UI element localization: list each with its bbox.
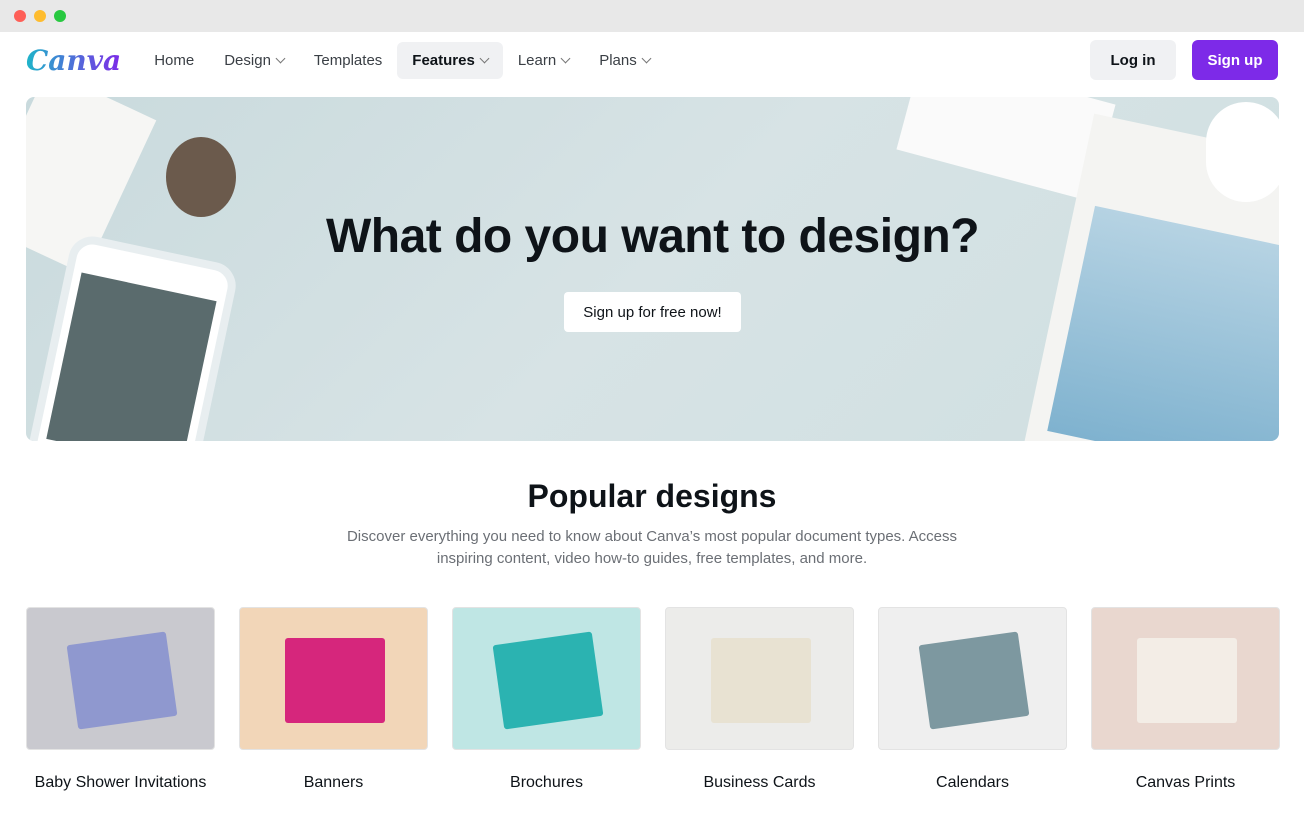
close-window-button[interactable] [14, 10, 26, 22]
canva-logo[interactable]: Canva [26, 44, 121, 77]
nav-label: Plans [599, 51, 637, 69]
design-thumbnail[interactable] [665, 607, 854, 750]
window-titlebar [0, 0, 1304, 32]
nav-label: Features [412, 51, 475, 69]
design-thumbnail[interactable] [878, 607, 1067, 750]
design-label: Calendars [936, 774, 1009, 791]
design-card[interactable]: Baby Shower Invitations [26, 607, 215, 796]
signup-free-button[interactable]: Sign up for free now! [564, 292, 741, 332]
nav-label: Templates [313, 51, 383, 69]
design-thumbnail[interactable] [452, 607, 641, 750]
nav-design[interactable]: Design [209, 42, 299, 79]
design-preview [1137, 638, 1237, 723]
nav-home[interactable]: Home [139, 42, 209, 79]
minimize-window-button[interactable] [34, 10, 46, 22]
nav-label: Home [154, 51, 195, 69]
design-thumbnail[interactable] [1091, 607, 1280, 750]
design-preview [492, 631, 604, 730]
design-preview [918, 631, 1030, 730]
design-preview [711, 638, 811, 723]
design-card[interactable]: Business Cards [665, 607, 854, 796]
design-thumbnail[interactable] [26, 607, 215, 750]
nav-templates[interactable]: Templates [299, 42, 397, 79]
signup-button[interactable]: Sign up [1192, 40, 1278, 80]
nav-plans[interactable]: Plans [584, 42, 665, 79]
top-nav: Canva Home Design Templates Features Lea… [0, 32, 1304, 88]
design-card[interactable]: Brochures [452, 607, 641, 796]
nav-label: Learn [517, 51, 557, 69]
design-label: Canvas Prints [1135, 774, 1236, 791]
section-title: Popular designs [527, 478, 777, 514]
section-description: Discover everything you need to know abo… [346, 528, 958, 567]
hero-banner: What do you want to design? Sign up for … [26, 97, 1279, 441]
nav-learn[interactable]: Learn [503, 42, 584, 79]
login-button[interactable]: Log in [1090, 40, 1176, 80]
design-label: Banners [303, 774, 364, 791]
hero-title: What do you want to design? [325, 210, 980, 263]
nav-features[interactable]: Features [397, 41, 503, 79]
design-card[interactable]: Banners [239, 607, 428, 796]
design-preview [66, 631, 178, 730]
design-card[interactable]: Calendars [878, 607, 1067, 796]
design-label: Baby Shower Invitations [34, 774, 207, 791]
chevron-down-icon [275, 53, 286, 63]
chevron-down-icon [641, 53, 652, 63]
candle-image [1206, 102, 1279, 202]
chevron-down-icon [479, 53, 490, 63]
design-label: Business Cards [703, 774, 816, 791]
nav-label: Design [224, 51, 271, 69]
popular-designs-list: Baby Shower Invitations Banners Brochures B… [26, 607, 1280, 796]
design-card[interactable]: Canvas Prints [1091, 607, 1280, 796]
design-thumbnail[interactable] [239, 607, 428, 750]
pinecone-image [166, 137, 236, 217]
design-preview [285, 638, 385, 723]
chevron-down-icon [560, 53, 571, 63]
design-label: Brochures [510, 774, 583, 791]
maximize-window-button[interactable] [54, 10, 66, 22]
